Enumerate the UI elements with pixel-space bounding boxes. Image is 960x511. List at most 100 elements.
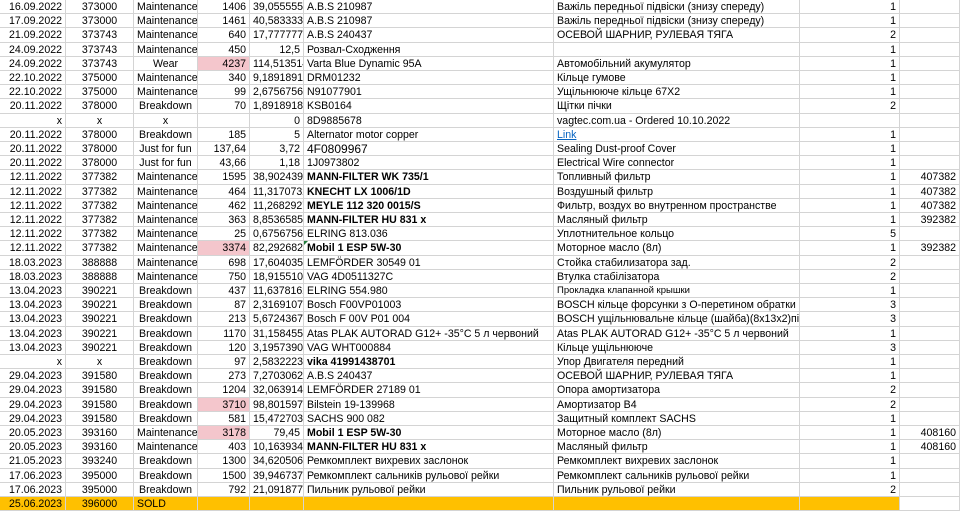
cell-description[interactable]: Важіль передньої підвіски (знизу спереду… — [554, 14, 800, 29]
cell-cost[interactable] — [198, 113, 250, 128]
cell-next-service[interactable] — [900, 454, 960, 469]
cell-mileage[interactable]: 373000 — [66, 14, 134, 29]
cell-quantity[interactable]: 1 — [800, 71, 900, 86]
cell-cost-usd[interactable]: 10,1639344 — [250, 440, 304, 455]
cell-mileage[interactable]: 373000 — [66, 0, 134, 15]
cell-next-service[interactable] — [900, 397, 960, 412]
cell-description[interactable]: Link — [554, 127, 800, 142]
cell-quantity[interactable]: 2 — [800, 269, 900, 284]
cell-description[interactable] — [554, 497, 800, 511]
cell-next-service[interactable] — [900, 99, 960, 114]
cell-date[interactable]: 12.11.2022 — [0, 227, 66, 242]
cell-date[interactable]: 13.04.2023 — [0, 298, 66, 313]
cell-cost-usd[interactable]: 79,45 — [250, 426, 304, 441]
cell-cost[interactable]: 792 — [198, 482, 250, 497]
cell-part[interactable]: Bilstein 19-139968 — [304, 397, 554, 412]
cell-cost[interactable]: 43,66 — [198, 156, 250, 171]
cell-mileage[interactable]: 378000 — [66, 156, 134, 171]
cell-cost-usd[interactable]: 18,9155107 — [250, 269, 304, 284]
cell-next-service[interactable] — [900, 14, 960, 29]
cell-quantity[interactable]: 5 — [800, 227, 900, 242]
cell-category[interactable]: Just for fun — [134, 156, 198, 171]
cell-part[interactable]: vika 41991438701 — [304, 355, 554, 370]
cell-part[interactable]: A.B.S 240437 — [304, 28, 554, 43]
cell-next-service[interactable] — [900, 312, 960, 327]
cell-quantity[interactable]: 1 — [800, 241, 900, 256]
cell-quantity[interactable]: 2 — [800, 255, 900, 270]
cell-cost[interactable]: 1300 — [198, 454, 250, 469]
cell-quantity[interactable]: 1 — [800, 284, 900, 299]
cell-quantity[interactable]: 1 — [800, 411, 900, 426]
cell-next-service[interactable] — [900, 269, 960, 284]
cell-part[interactable]: ELRING 554.980 — [304, 284, 554, 299]
cell-cost[interactable]: 3374 — [198, 241, 250, 256]
cell-part[interactable]: MANN-FILTER HU 831 x — [304, 440, 554, 455]
cell-next-service[interactable] — [900, 468, 960, 483]
cell-part[interactable]: LEMFÖRDER 27189 01 — [304, 383, 554, 398]
cell-cost-usd[interactable]: 114,513514 — [250, 56, 304, 71]
cell-cost-usd[interactable]: 7,27030626 — [250, 369, 304, 384]
cell-date[interactable]: 21.09.2022 — [0, 28, 66, 43]
cell-quantity[interactable]: 2 — [800, 28, 900, 43]
cell-category[interactable]: Breakdown — [134, 397, 198, 412]
cell-quantity[interactable]: 1 — [800, 184, 900, 199]
cell-cost-usd[interactable]: 8,85365854 — [250, 213, 304, 228]
cell-description[interactable]: ОСЕВОЙ ШАРНИР, РУЛЕВАЯ ТЯГА — [554, 369, 800, 384]
cell-part[interactable]: Alternator motor copper — [304, 127, 554, 142]
cell-quantity[interactable]: 1 — [800, 355, 900, 370]
cell-mileage[interactable]: 390221 — [66, 340, 134, 355]
cell-quantity[interactable] — [800, 113, 900, 128]
cell-date[interactable]: 20.11.2022 — [0, 142, 66, 157]
cell-part[interactable]: A.B.S 210987 — [304, 0, 554, 15]
cell-description[interactable]: Втулка стабілізатора — [554, 269, 800, 284]
cell-cost-usd[interactable]: 11,6378162 — [250, 284, 304, 299]
cell-cost-usd[interactable]: 9,18918919 — [250, 71, 304, 86]
cell-date[interactable]: 20.05.2023 — [0, 440, 66, 455]
cell-cost[interactable]: 581 — [198, 411, 250, 426]
cell-mileage[interactable]: 377382 — [66, 241, 134, 256]
cell-mileage[interactable]: 393240 — [66, 454, 134, 469]
cell-description[interactable]: Уплотнительное кольцо — [554, 227, 800, 242]
cell-part[interactable]: MANN-FILTER WK 735/1 — [304, 170, 554, 185]
cell-description[interactable]: Прокладка клапанной крышки — [554, 284, 800, 299]
cell-mileage[interactable]: 377382 — [66, 198, 134, 213]
cell-mileage[interactable]: 396000 — [66, 497, 134, 511]
cell-cost-usd[interactable]: 11,3170732 — [250, 184, 304, 199]
cell-cost[interactable]: 185 — [198, 127, 250, 142]
cell-part[interactable]: 1J0973802 — [304, 156, 554, 171]
cell-part[interactable]: Mobil 1 ESP 5W-30 — [304, 426, 554, 441]
cell-category[interactable]: Maintenance — [134, 213, 198, 228]
cell-part[interactable]: Ремкомплект вихревих заслонок — [304, 454, 554, 469]
cell-cost-usd[interactable]: 0 — [250, 113, 304, 128]
cell-cost[interactable]: 462 — [198, 198, 250, 213]
cell-cost-usd[interactable]: 0,67567568 — [250, 227, 304, 242]
cell-mileage[interactable]: 373743 — [66, 28, 134, 43]
cell-cost[interactable] — [198, 497, 250, 511]
cell-category[interactable]: Maintenance — [134, 255, 198, 270]
cell-category[interactable]: Maintenance — [134, 184, 198, 199]
cell-cost[interactable]: 4237 — [198, 56, 250, 71]
cell-quantity[interactable]: 2 — [800, 482, 900, 497]
cell-next-service[interactable]: 407382 — [900, 198, 960, 213]
cell-quantity[interactable]: 1 — [800, 42, 900, 57]
cell-category[interactable]: Breakdown — [134, 468, 198, 483]
cell-cost[interactable]: 213 — [198, 312, 250, 327]
cell-mileage[interactable]: 375000 — [66, 85, 134, 100]
cell-description[interactable]: Стойка стабилизатора зад. — [554, 255, 800, 270]
cell-cost[interactable]: 120 — [198, 340, 250, 355]
cell-category[interactable]: Breakdown — [134, 482, 198, 497]
cell-date[interactable]: 12.11.2022 — [0, 198, 66, 213]
cell-quantity[interactable]: 1 — [800, 454, 900, 469]
cell-date[interactable]: 13.04.2023 — [0, 340, 66, 355]
cell-next-service[interactable]: 407382 — [900, 184, 960, 199]
cell-description[interactable]: Воздушный фильтр — [554, 184, 800, 199]
cell-date[interactable]: 17.06.2023 — [0, 482, 66, 497]
cell-next-service[interactable] — [900, 340, 960, 355]
cell-next-service[interactable]: 407382 — [900, 170, 960, 185]
cell-mileage[interactable]: 375000 — [66, 71, 134, 86]
cell-quantity[interactable]: 1 — [800, 127, 900, 142]
cell-next-service[interactable] — [900, 298, 960, 313]
cell-date[interactable]: 12.11.2022 — [0, 213, 66, 228]
cell-next-service[interactable]: 392382 — [900, 241, 960, 256]
cell-quantity[interactable]: 3 — [800, 298, 900, 313]
